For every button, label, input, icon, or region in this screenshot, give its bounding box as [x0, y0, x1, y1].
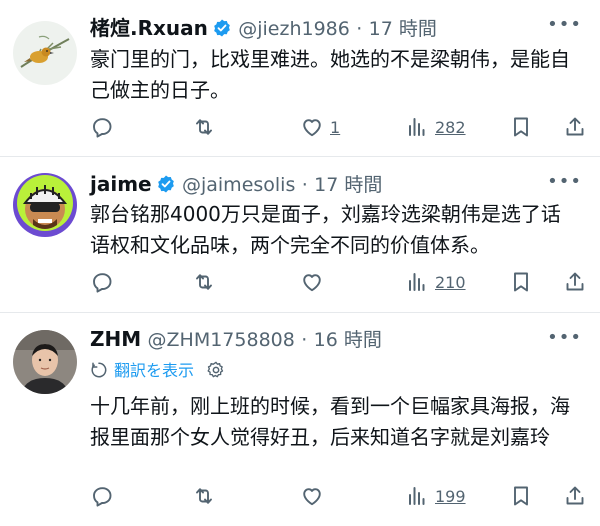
bookmark-button[interactable] — [509, 482, 533, 510]
handle[interactable]: @jiezh1986 — [238, 18, 350, 40]
reply-icon — [90, 115, 114, 139]
share-button[interactable] — [563, 268, 587, 296]
retweet-icon — [192, 270, 216, 294]
timestamp[interactable]: 17 時間 — [314, 174, 382, 196]
like-button[interactable] — [300, 268, 324, 296]
handle[interactable]: @jaimesolis — [182, 174, 295, 196]
more-icon[interactable]: ••• — [547, 171, 582, 192]
retweet-button[interactable] — [192, 482, 216, 510]
view-count: 199 — [435, 486, 466, 506]
action-bar: 210 — [88, 268, 586, 296]
action-bar: 1 282 — [88, 113, 586, 141]
retweet-icon — [192, 484, 216, 508]
gear-icon[interactable] — [206, 360, 226, 380]
translate-label: 翻訳を表示 — [114, 361, 195, 380]
share-icon — [563, 270, 587, 294]
display-name[interactable]: 楮煊.Rxuan — [90, 16, 208, 40]
more-icon[interactable]: ••• — [547, 327, 582, 348]
person-photo-avatar-icon — [13, 330, 77, 394]
separator-dot: · — [301, 329, 308, 351]
tweet[interactable]: 楮煊.Rxuan @jiezh1986 · 17 時間 ••• 豪门里的门，比戏… — [0, 0, 600, 157]
retweet-button[interactable] — [192, 113, 216, 141]
avatar[interactable] — [13, 21, 77, 85]
bookmark-button[interactable] — [509, 113, 533, 141]
heart-icon — [300, 115, 324, 139]
share-icon — [563, 115, 587, 139]
handle[interactable]: @ZHM1758808 — [148, 329, 295, 351]
heart-icon — [300, 484, 324, 508]
action-bar: 199 — [88, 482, 586, 510]
tweet[interactable]: jaime @jaimesolis · 17 時間 ••• 郭台铭那4000万只… — [0, 157, 600, 313]
share-icon — [563, 484, 587, 508]
views-button[interactable]: 282 — [405, 113, 466, 141]
timestamp[interactable]: 17 時間 — [369, 18, 437, 40]
share-button[interactable] — [563, 482, 587, 510]
view-count: 210 — [435, 272, 466, 292]
retweet-button[interactable] — [192, 268, 216, 296]
avatar[interactable] — [13, 330, 77, 394]
bookmark-icon — [509, 270, 533, 294]
like-button[interactable] — [300, 482, 324, 510]
views-icon — [405, 115, 429, 139]
verified-badge-icon — [156, 174, 176, 194]
tweet-text: 郭台铭那4000万只是面子，刘嘉玲选梁朝伟是选了话语权和文化品味，两个完全不同的… — [90, 202, 561, 257]
verified-badge-icon — [212, 18, 232, 38]
like-count: 1 — [330, 117, 341, 137]
views-button[interactable]: 210 — [405, 268, 466, 296]
display-name[interactable]: ZHM — [90, 327, 141, 351]
tweet-header: 楮煊.Rxuan @jiezh1986 · 17 時間 — [90, 14, 560, 42]
avatar[interactable] — [13, 173, 77, 237]
bird-avatar-icon — [13, 21, 77, 85]
views-icon — [405, 270, 429, 294]
views-icon — [405, 484, 429, 508]
views-button[interactable]: 199 — [405, 482, 466, 510]
tweet-text: 十几年前，刚上班的时候，看到一个巨幅家具海报，海报里面那个女人觉得好丑，后来知道… — [90, 394, 570, 449]
timestamp[interactable]: 16 時間 — [314, 329, 382, 351]
reply-icon — [90, 270, 114, 294]
helmet-avatar-icon — [13, 173, 77, 237]
reply-button[interactable] — [90, 268, 114, 296]
tweet-header: ZHM @ZHM1758808 · 16 時間 — [90, 325, 560, 353]
more-icon[interactable]: ••• — [547, 14, 582, 35]
like-button[interactable]: 1 — [300, 113, 340, 141]
retweet-icon — [192, 115, 216, 139]
reply-button[interactable] — [90, 113, 114, 141]
view-count: 282 — [435, 117, 466, 137]
heart-icon — [300, 270, 324, 294]
bookmark-icon — [509, 484, 533, 508]
display-name[interactable]: jaime — [90, 172, 152, 196]
tweet-header: jaime @jaimesolis · 17 時間 — [90, 170, 560, 198]
translate-icon — [91, 362, 107, 378]
separator-dot: · — [301, 174, 308, 196]
tweet-text: 豪门里的门，比戏里难进。她选的不是梁朝伟，是能自己做主的日子。 — [90, 47, 570, 102]
reply-icon — [90, 484, 114, 508]
separator-dot: · — [356, 18, 363, 40]
bookmark-icon — [509, 115, 533, 139]
translate-link[interactable]: 翻訳を表示 — [90, 358, 226, 384]
tweet[interactable]: ZHM @ZHM1758808 · 16 時間 ••• 翻訳を表示 十几年前，刚… — [0, 313, 600, 526]
bookmark-button[interactable] — [509, 268, 533, 296]
share-button[interactable] — [563, 113, 587, 141]
reply-button[interactable] — [90, 482, 114, 510]
